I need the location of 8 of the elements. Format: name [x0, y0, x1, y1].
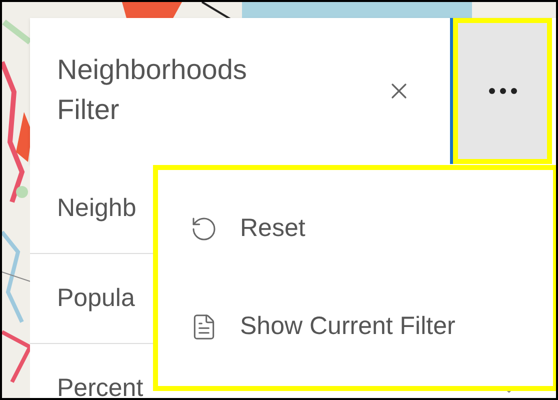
more-icon: [488, 87, 518, 95]
filter-label: Neighb: [57, 192, 136, 224]
filter-label: Popula: [57, 282, 135, 314]
panel-title: Neighborhoods Filter: [57, 53, 248, 127]
menu-item[interactable]: Reset: [158, 210, 553, 248]
menu-item[interactable]: Show Current Filter: [158, 308, 553, 346]
reset-icon: [190, 215, 218, 243]
filter-label: Percent: [57, 372, 144, 398]
